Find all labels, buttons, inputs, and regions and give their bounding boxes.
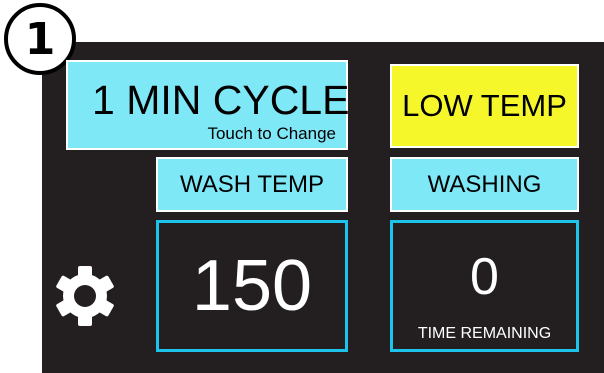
gear-icon[interactable] [53,264,117,328]
wash-temp-display: 150 [156,220,348,352]
time-remaining-value: 0 [470,248,499,306]
washing-label: WASHING [390,157,579,212]
cycle-hint: Touch to Change [207,124,336,143]
time-remaining-display: 0 TIME REMAINING [390,220,579,352]
low-temp-indicator: LOW TEMP [390,64,579,148]
cycle-button[interactable]: 1 MIN CYCLE Touch to Change [66,60,350,150]
wash-temp-label: WASH TEMP [156,157,348,212]
time-remaining-caption: TIME REMAINING [417,325,552,342]
cycle-label: 1 MIN CYCLE [92,77,350,123]
